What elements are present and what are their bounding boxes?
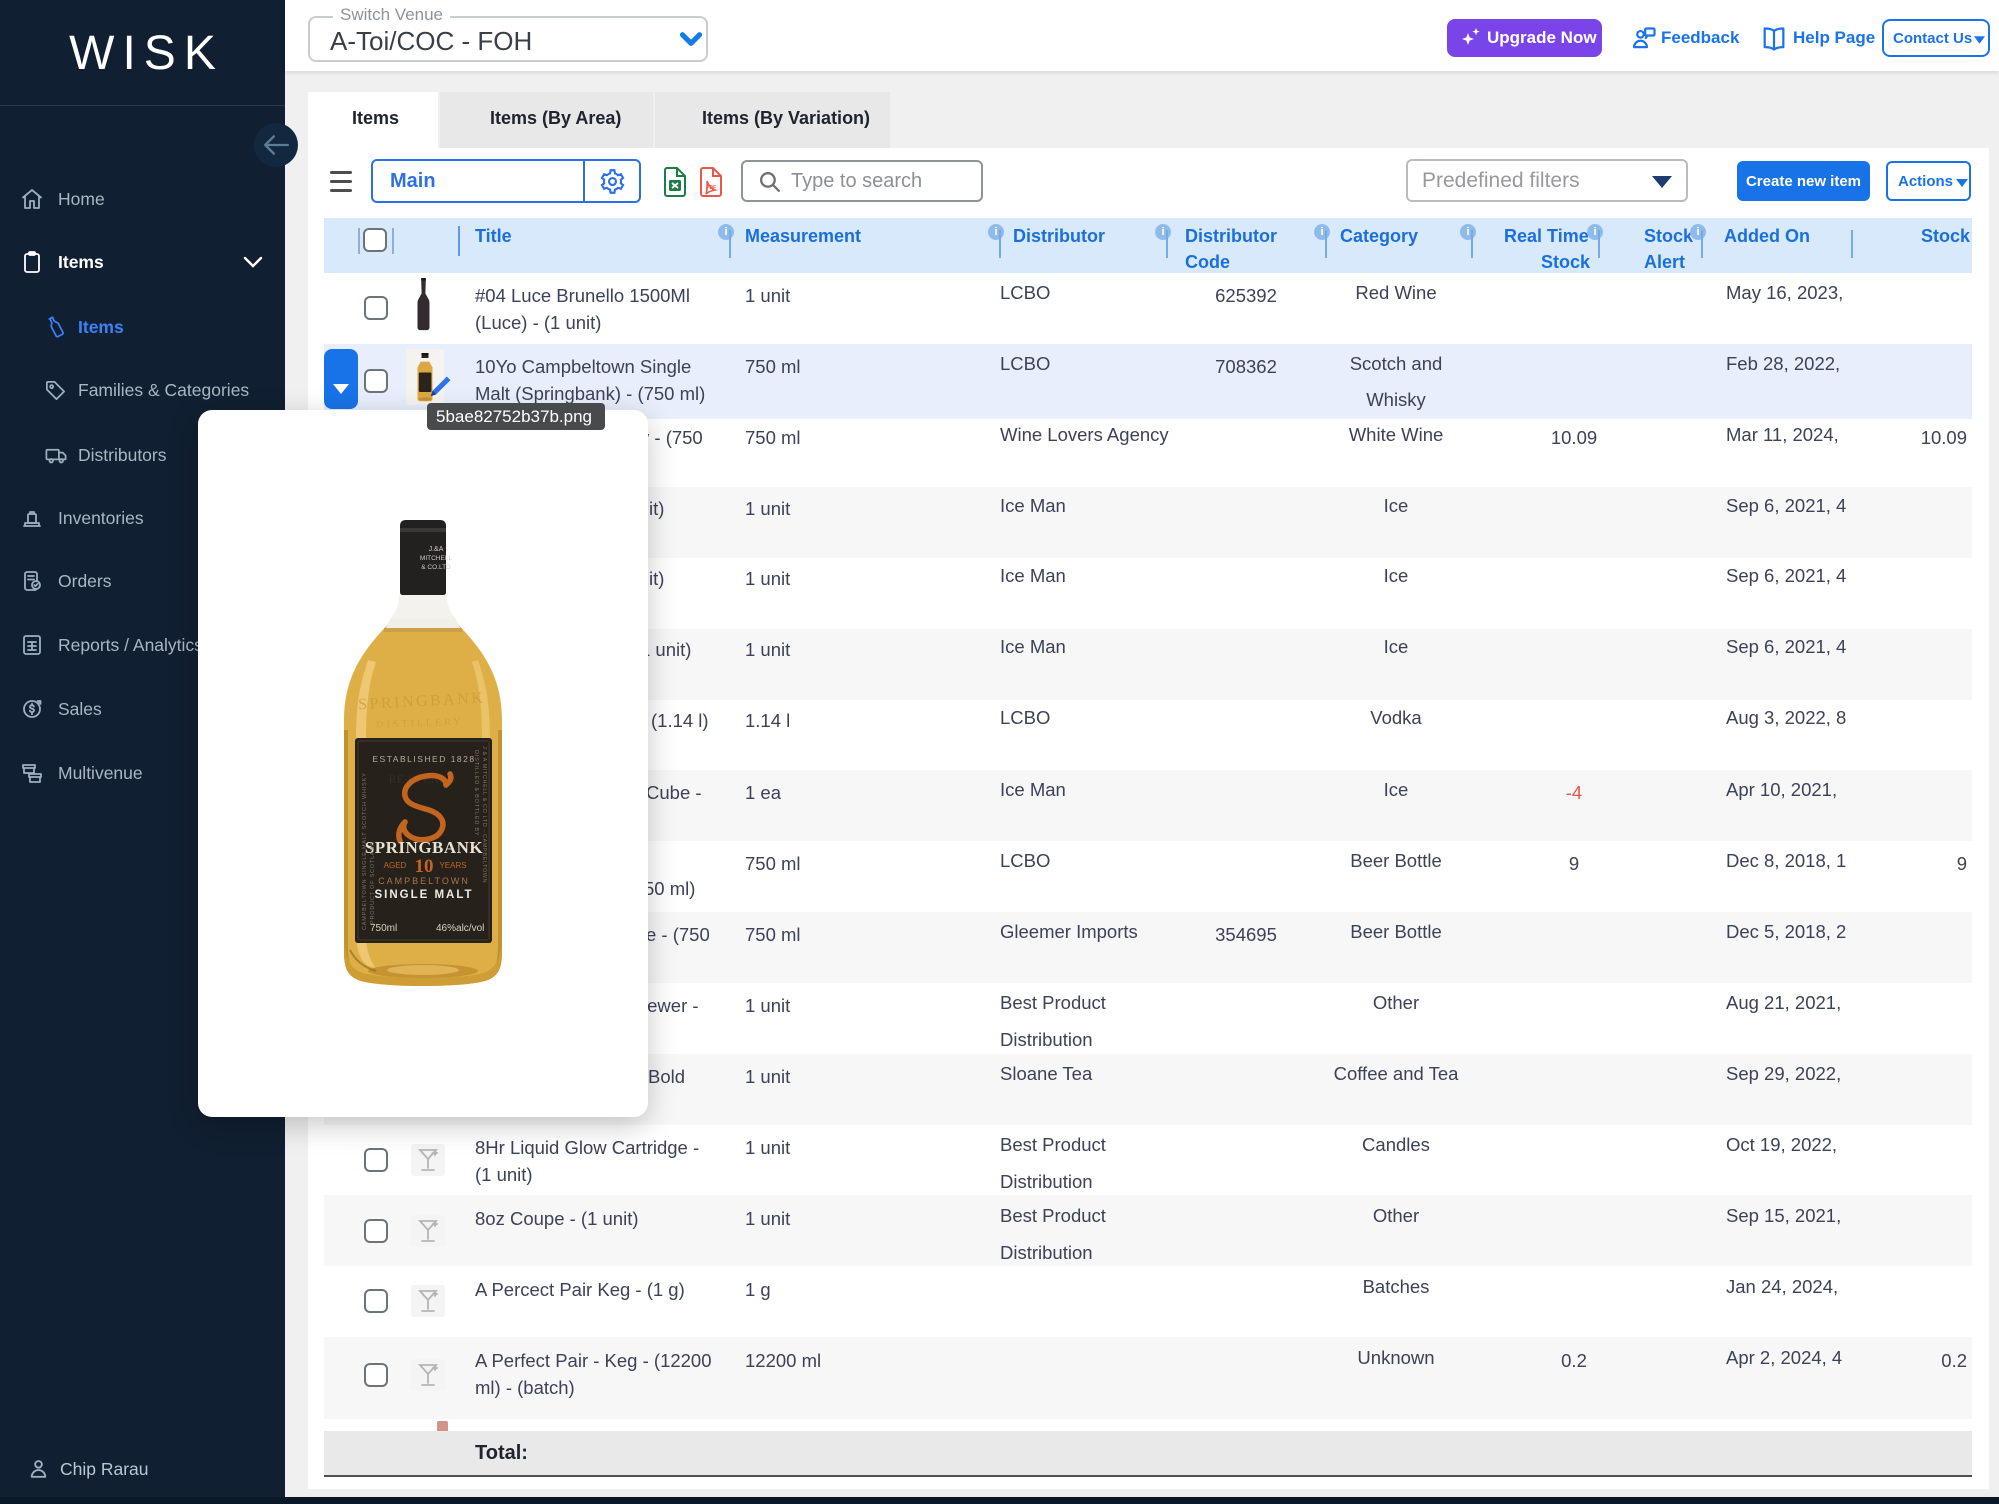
svg-text:AGED: AGED — [384, 861, 407, 870]
svg-text:SPRINGBANK: SPRINGBANK — [365, 838, 484, 857]
svg-text:10: 10 — [415, 856, 434, 877]
svg-text:YEARS: YEARS — [439, 861, 466, 870]
svg-text:PRODUCT OF SCOTLAND: PRODUCT OF SCOTLAND — [370, 841, 376, 924]
svg-text:MITCHELL: MITCHELL — [420, 555, 453, 562]
svg-text:DISTILLED & BOTTLED BY: DISTILLED & BOTTLED BY — [473, 750, 479, 836]
svg-text:46%alc/vol: 46%alc/vol — [436, 923, 484, 934]
svg-text:CAMPBELTOWN SINGLE MALT SCOTCH: CAMPBELTOWN SINGLE MALT SCOTCH WHISKY — [362, 772, 368, 930]
svg-text:750ml: 750ml — [370, 923, 397, 934]
svg-text:ESTABLISHED 1828: ESTABLISHED 1828 — [372, 754, 475, 764]
svg-text:SINGLE MALT: SINGLE MALT — [374, 889, 473, 901]
svg-text:CAMPBELTOWN: CAMPBELTOWN — [378, 876, 470, 886]
svg-text:& CO.LTD: & CO.LTD — [421, 564, 451, 571]
svg-text:J.&A: J.&A — [429, 546, 444, 553]
svg-text:J & A MITCHELL & CO LTD - CAMP: J & A MITCHELL & CO LTD - CAMPBELTOWN — [481, 746, 487, 883]
svg-text:PDF: PDF — [706, 185, 716, 191]
